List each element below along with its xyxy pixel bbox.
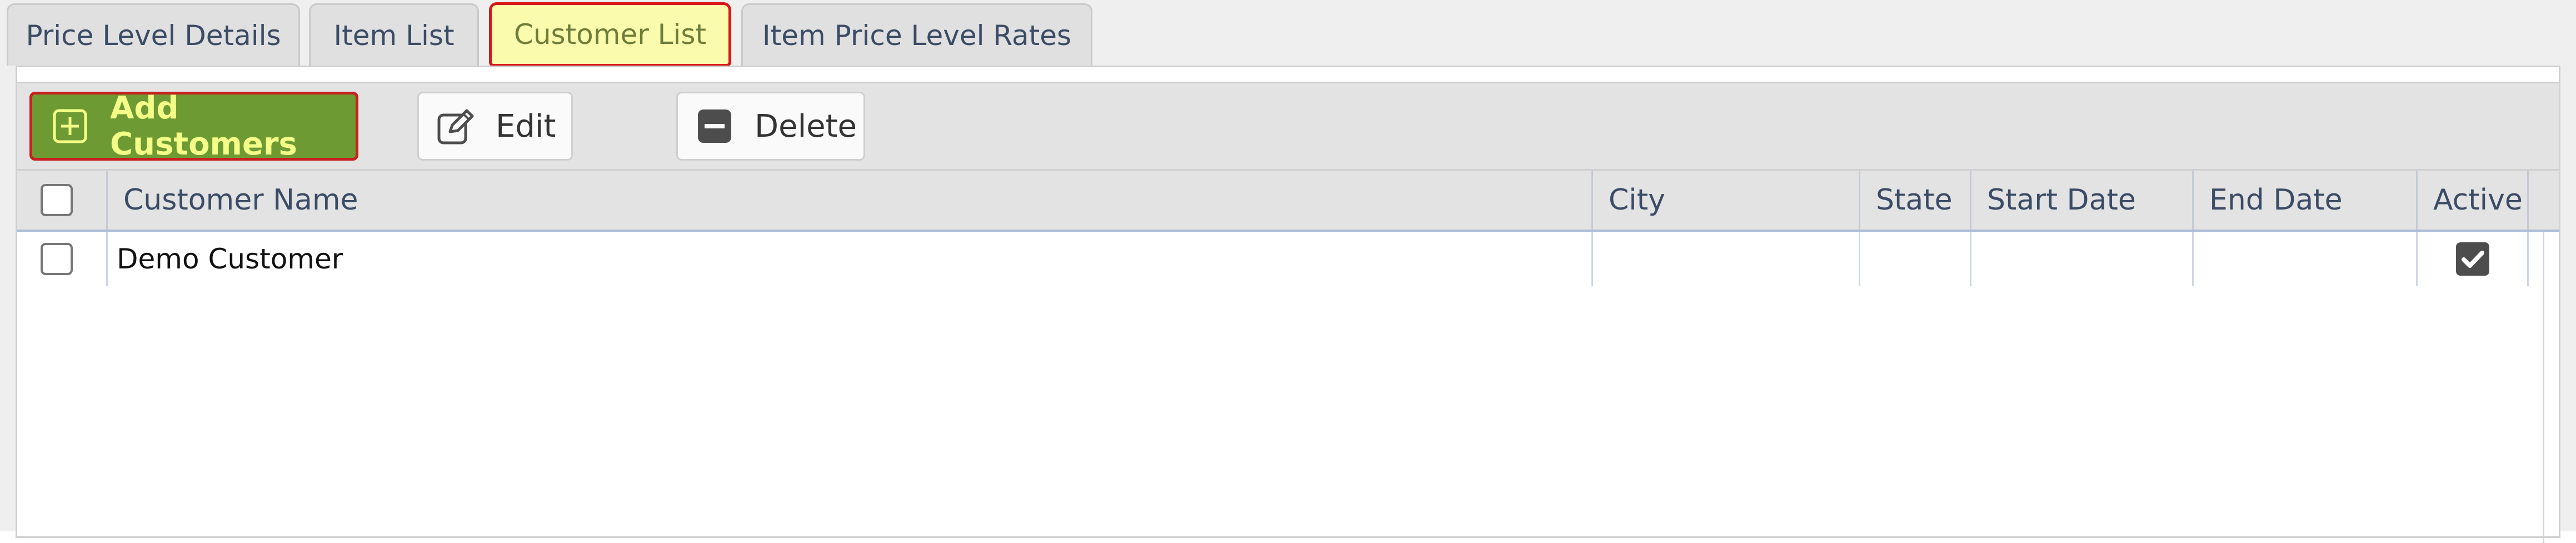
active-cell <box>2418 232 2529 286</box>
column-label: Customer Name <box>123 183 358 217</box>
edit-label: Edit <box>496 108 556 145</box>
tab-label: Customer List <box>513 18 707 51</box>
customer-name-cell: Demo Customer <box>108 232 1593 286</box>
edit-icon <box>436 106 476 146</box>
end-date-cell <box>2194 232 2418 286</box>
column-label: End Date <box>2209 183 2343 217</box>
edit-button[interactable]: Edit <box>417 92 573 161</box>
table-row[interactable]: Demo Customer <box>17 232 2543 286</box>
column-state[interactable]: State <box>1860 171 1971 230</box>
add-customers-button[interactable]: Add Customers <box>29 90 358 162</box>
tab-item-price-level-rates[interactable]: Item Price Level Rates <box>741 3 1092 66</box>
start-date-cell <box>1971 232 2194 286</box>
delete-button[interactable]: Delete <box>676 92 865 161</box>
state-cell <box>1860 232 1971 286</box>
column-active[interactable]: Active <box>2418 171 2529 230</box>
column-label: Start Date <box>1987 183 2136 217</box>
plus-square-icon <box>50 106 90 146</box>
select-all-cell <box>17 171 108 230</box>
column-label: State <box>1876 183 1953 217</box>
add-customers-label: Add Customers <box>110 90 297 162</box>
tab-label: Price Level Details <box>26 19 281 52</box>
tab-customer-list[interactable]: Customer List <box>489 2 731 67</box>
grid-scrollbar[interactable] <box>2543 232 2544 543</box>
column-label: Active <box>2433 183 2523 217</box>
tab-label: Item List <box>333 19 455 52</box>
column-label: City <box>1609 183 1665 217</box>
check-icon <box>2461 251 2484 268</box>
column-city[interactable]: City <box>1593 171 1860 230</box>
city-cell <box>1593 232 1860 286</box>
column-customer-name[interactable]: Customer Name <box>108 171 1593 230</box>
tab-bar: Price Level Details Item List Customer L… <box>0 0 2576 68</box>
tab-price-level-details[interactable]: Price Level Details <box>7 3 300 66</box>
toolbar: Add Customers Edit Delete <box>17 82 2559 171</box>
column-start-date[interactable]: Start Date <box>1971 171 2194 230</box>
minus-square-icon <box>695 106 735 146</box>
column-end-date[interactable]: End Date <box>2194 171 2418 230</box>
customer-list-screen: Price Level Details Item List Customer L… <box>0 0 2576 543</box>
select-all-checkbox[interactable] <box>41 184 73 216</box>
grid-header: Customer Name City State Start Date End … <box>17 171 2559 232</box>
row-checkbox[interactable] <box>41 243 73 275</box>
active-checkbox[interactable] <box>2455 242 2489 276</box>
delete-label: Delete <box>755 108 857 145</box>
tab-label: Item Price Level Rates <box>762 19 1072 52</box>
tab-item-list[interactable]: Item List <box>309 3 479 66</box>
row-select-cell <box>17 232 108 286</box>
customer-list-panel: Add Customers Edit Delete Customer Name … <box>16 66 2560 543</box>
